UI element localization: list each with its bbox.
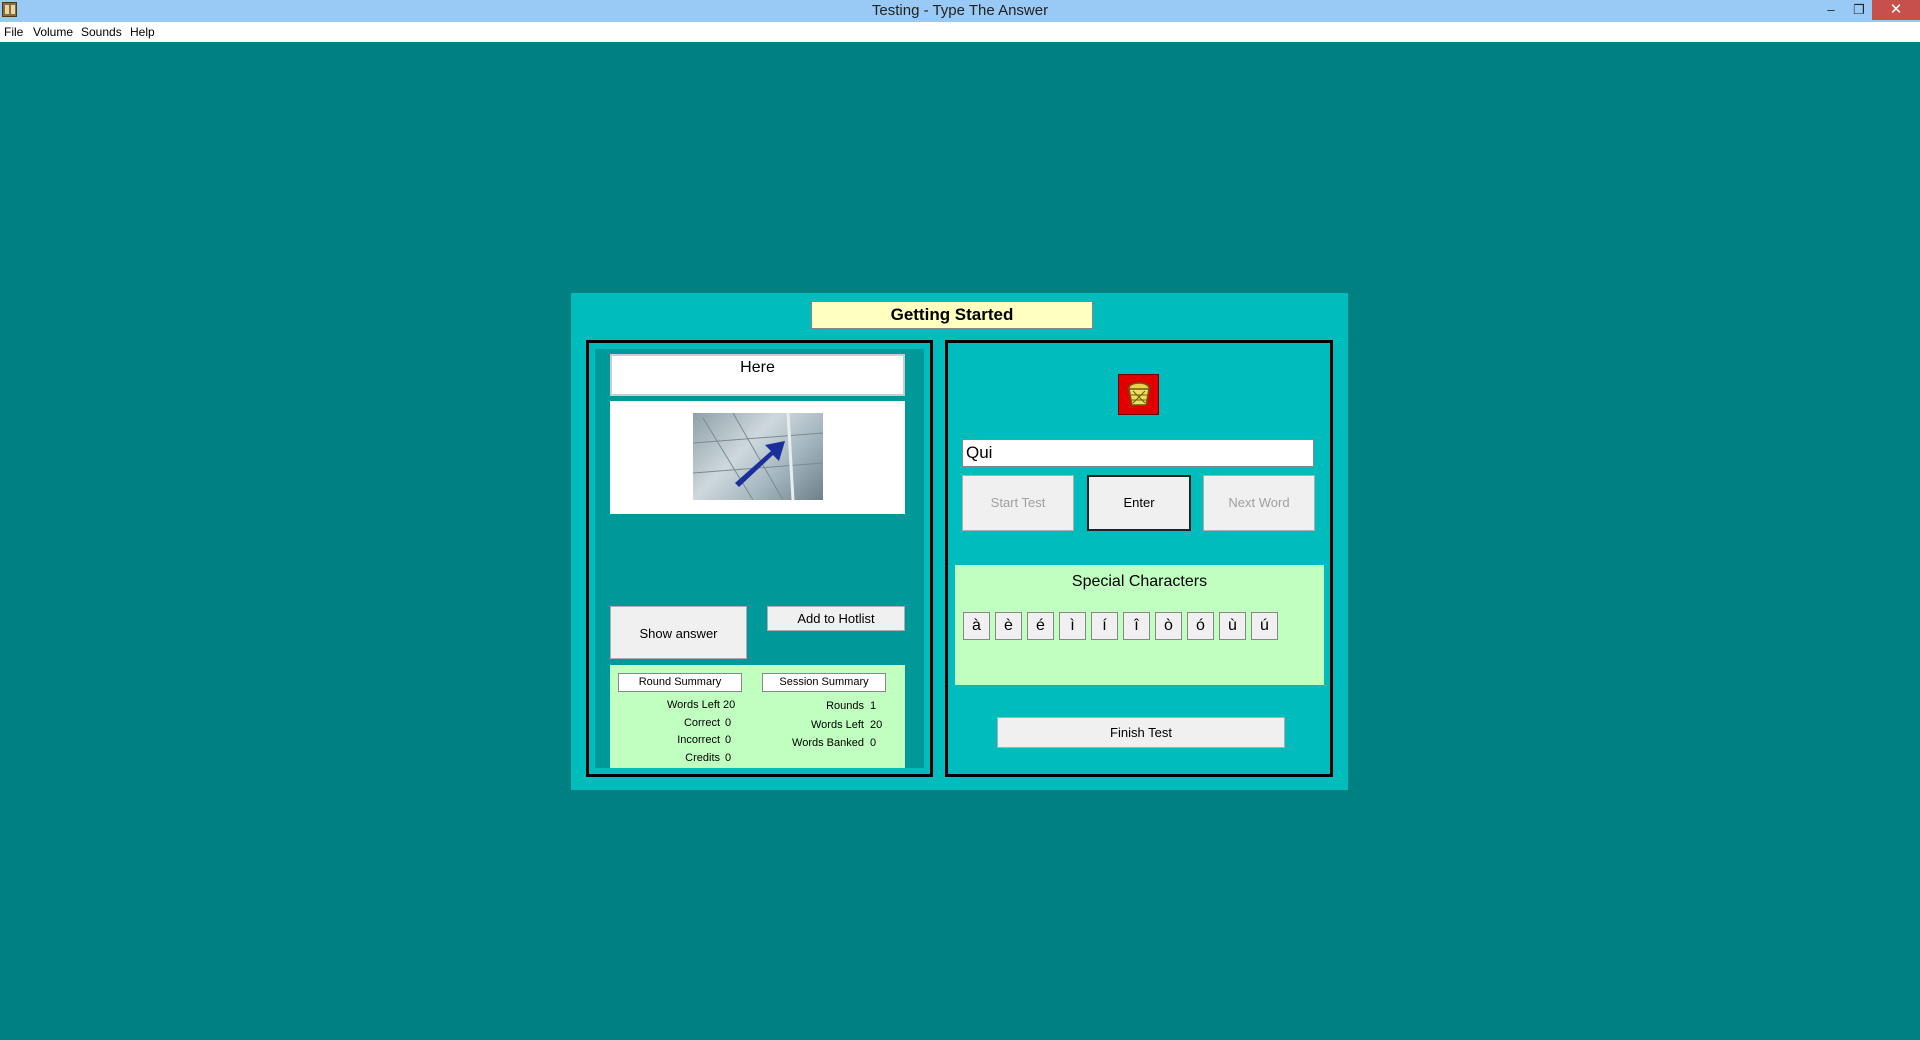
session-rounds-value: 1 <box>870 700 877 712</box>
summary-box: Round Summary Session Summary Words Left… <box>610 665 905 768</box>
getting-started-heading: Getting Started <box>811 301 1093 329</box>
round-correct-label: Correct <box>683 717 720 729</box>
session-summary-header: Session Summary <box>762 673 886 692</box>
map-arrow-photo-icon <box>693 413 823 500</box>
answer-area: Start Test Enter Next Word Special Chara… <box>945 340 1333 777</box>
question-inner: Here Show answer Add to Hotlist Round Su… <box>595 349 924 768</box>
special-characters-box: Special Characters à è é ì í î ò ó ù ú <box>955 565 1324 685</box>
round-words-left-value: 20 <box>723 699 736 711</box>
char-button[interactable]: ì <box>1059 612 1086 640</box>
enter-button[interactable]: Enter <box>1087 475 1191 531</box>
question-area: Here Show answer Add to Hotlist Round Su… <box>586 340 933 777</box>
answer-input[interactable] <box>962 439 1314 467</box>
menu-sounds[interactable]: Sounds <box>81 25 122 39</box>
window-title: Testing - Type The Answer <box>871 2 1049 19</box>
menu-file[interactable]: File <box>4 25 23 39</box>
char-button[interactable]: í <box>1091 612 1118 640</box>
question-image-frame <box>610 401 905 514</box>
session-words-left-label: Words Left <box>811 719 864 731</box>
round-credits-label: Credits <box>685 752 720 764</box>
next-word-button[interactable]: Next Word <box>1203 475 1315 531</box>
add-to-hotlist-button[interactable]: Add to Hotlist <box>767 606 905 631</box>
char-button[interactable]: ò <box>1155 612 1182 640</box>
char-button[interactable]: ó <box>1187 612 1214 640</box>
session-words-banked-value: 0 <box>870 737 877 749</box>
round-correct-value: 0 <box>725 717 732 729</box>
restore-button[interactable]: ❐ <box>1844 0 1874 20</box>
char-button[interactable]: ù <box>1219 612 1246 640</box>
menu-bar: File Volume Sounds Help <box>0 22 1920 42</box>
title-bar: Testing - Type The Answer – ❐ ✕ <box>0 0 1920 22</box>
basket-icon <box>1118 374 1159 415</box>
char-button[interactable]: î <box>1123 612 1150 640</box>
char-button[interactable]: è <box>995 612 1022 640</box>
close-button[interactable]: ✕ <box>1872 0 1920 20</box>
round-credits-value: 0 <box>725 752 732 764</box>
menu-volume[interactable]: Volume <box>33 25 73 39</box>
char-button[interactable]: à <box>963 612 990 640</box>
finish-test-button[interactable]: Finish Test <box>997 717 1285 748</box>
round-summary-header: Round Summary <box>618 673 742 692</box>
menu-help[interactable]: Help <box>130 25 155 39</box>
special-characters-title: Special Characters <box>1071 573 1208 590</box>
session-rounds-label: Rounds <box>826 700 864 712</box>
question-prompt: Here <box>610 354 905 396</box>
round-words-left-label: Words Left <box>667 699 720 711</box>
session-words-banked-label: Words Banked <box>792 737 864 749</box>
round-incorrect-label: Incorrect <box>677 734 720 746</box>
session-words-left-value: 20 <box>870 719 883 731</box>
show-answer-button[interactable]: Show answer <box>610 606 747 659</box>
test-panel: Getting Started Here Show answer Add to … <box>571 293 1348 790</box>
minimize-button[interactable]: – <box>1816 0 1846 20</box>
start-test-button[interactable]: Start Test <box>962 475 1074 531</box>
char-button[interactable]: é <box>1027 612 1054 640</box>
char-button[interactable]: ú <box>1251 612 1278 640</box>
round-incorrect-value: 0 <box>725 734 732 746</box>
